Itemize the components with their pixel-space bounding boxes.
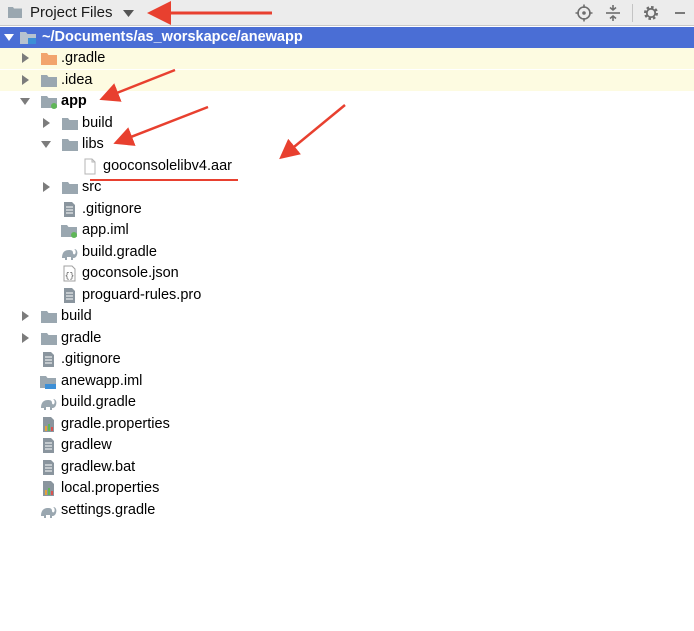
tree-row-settings-gradle[interactable]: settings.gradle [0,500,694,521]
tree-row-app-build[interactable]: build [0,113,694,134]
expand-arrow-icon[interactable] [43,118,50,128]
gear-icon[interactable] [641,3,661,23]
tree-row-gradlew-bat[interactable]: gradlew.bat [0,457,694,478]
tree-row-label: proguard-rules.pro [82,287,202,303]
folder-icon [61,136,79,153]
tree-row-gradlew[interactable]: gradlew [0,435,694,456]
tree-row-label: gooconsolelibv4.aar [103,158,232,174]
tree-row-label: build.gradle [61,394,136,410]
chevron-down-icon[interactable] [123,10,134,17]
project-folder-icon [19,29,37,46]
module-file-icon [39,373,57,390]
folder-icon [61,115,79,132]
expand-arrow-icon[interactable] [43,182,50,192]
tree-row-label: src [82,179,102,195]
tree-row-label: gradle [61,330,102,346]
folder-icon [40,330,58,347]
tree-row-libs[interactable]: libs [0,134,694,155]
hide-icon[interactable] [670,3,690,23]
expand-arrow-icon[interactable] [22,75,29,85]
module-file-icon [60,222,78,239]
text-file-icon [39,437,57,454]
text-file-icon [60,201,78,218]
tree-row-label: build.gradle [82,244,157,260]
tree-row-label: gradle.properties [61,416,170,432]
text-file-icon [39,351,57,368]
tree-row-label: .gradle [61,50,106,66]
tree-row-label: app [61,93,87,109]
gradle-icon [39,502,57,519]
tree-row-label: anewapp.iml [61,373,143,389]
folder-icon [40,50,58,67]
gradle-icon [60,244,78,261]
tree-row-gradle-dir[interactable]: .gradle [0,48,694,69]
tree-row-label: .gitignore [82,201,142,217]
tree-row-idea[interactable]: .idea [0,70,694,91]
tree-row-label: app.iml [82,222,129,238]
project-view-selector[interactable]: Project Files [30,4,113,21]
file-icon [81,158,99,175]
tree-row-goconsole[interactable]: goconsole.json [0,263,694,284]
expand-arrow-icon[interactable] [22,333,29,343]
tree-row-app-iml[interactable]: app.iml [0,220,694,241]
tree-row-label: .gitignore [61,351,121,367]
tree-row-label: libs [82,136,104,152]
folder-icon [61,179,79,196]
tree-row-label: gradlew [61,437,112,453]
tree-row-anewapp-iml[interactable]: anewapp.iml [0,371,694,392]
tree-row-build-gradle[interactable]: build.gradle [0,392,694,413]
tree-row-root[interactable]: ~/Documents/as_worskapce/anewapp [0,27,694,48]
collapse-all-icon[interactable] [603,3,623,23]
tree-row-gitignore[interactable]: .gitignore [0,349,694,370]
expand-arrow-icon[interactable] [22,311,29,321]
tree-row-label: gradlew.bat [61,459,136,475]
text-file-icon [60,287,78,304]
expand-arrow-icon[interactable] [20,98,30,105]
tree-row-gradle-properties[interactable]: gradle.properties [0,414,694,435]
folder-icon [40,308,58,325]
expand-arrow-icon[interactable] [41,141,51,148]
tree-row-src[interactable]: src [0,177,694,198]
gradle-icon [39,394,57,411]
tree-row-local-properties[interactable]: local.properties [0,478,694,499]
text-file-icon [39,459,57,476]
tree-row-app-gitignore[interactable]: .gitignore [0,199,694,220]
toolbar-divider [632,4,633,22]
properties-file-icon [39,416,57,433]
folder-icon [40,72,58,89]
tree-row-build[interactable]: build [0,306,694,327]
project-toolbar: Project Files [0,0,694,26]
tree-row-app-build-gradle[interactable]: build.gradle [0,242,694,263]
folder-icon [8,7,22,18]
tree-row-app[interactable]: app [0,91,694,112]
tree-row-label: local.properties [61,480,160,496]
expand-arrow-icon[interactable] [22,53,29,63]
tree-row-gradle[interactable]: gradle [0,328,694,349]
expand-arrow-icon[interactable] [4,34,14,41]
tree-row-label: build [61,308,92,324]
locate-icon[interactable] [574,3,594,23]
tree-row-label: build [82,115,113,131]
tree-row-proguard[interactable]: proguard-rules.pro [0,285,694,306]
module-folder-icon [40,93,58,110]
tree-row-label: settings.gradle [61,502,156,518]
tree-row-label: ~/Documents/as_worskapce/anewapp [42,29,303,45]
tree-row-label: goconsole.json [82,265,179,281]
json-file-icon [60,265,78,282]
tree-row-label: .idea [61,72,93,88]
properties-file-icon [39,480,57,497]
tree-row-aar[interactable]: gooconsolelibv4.aar [0,156,694,177]
